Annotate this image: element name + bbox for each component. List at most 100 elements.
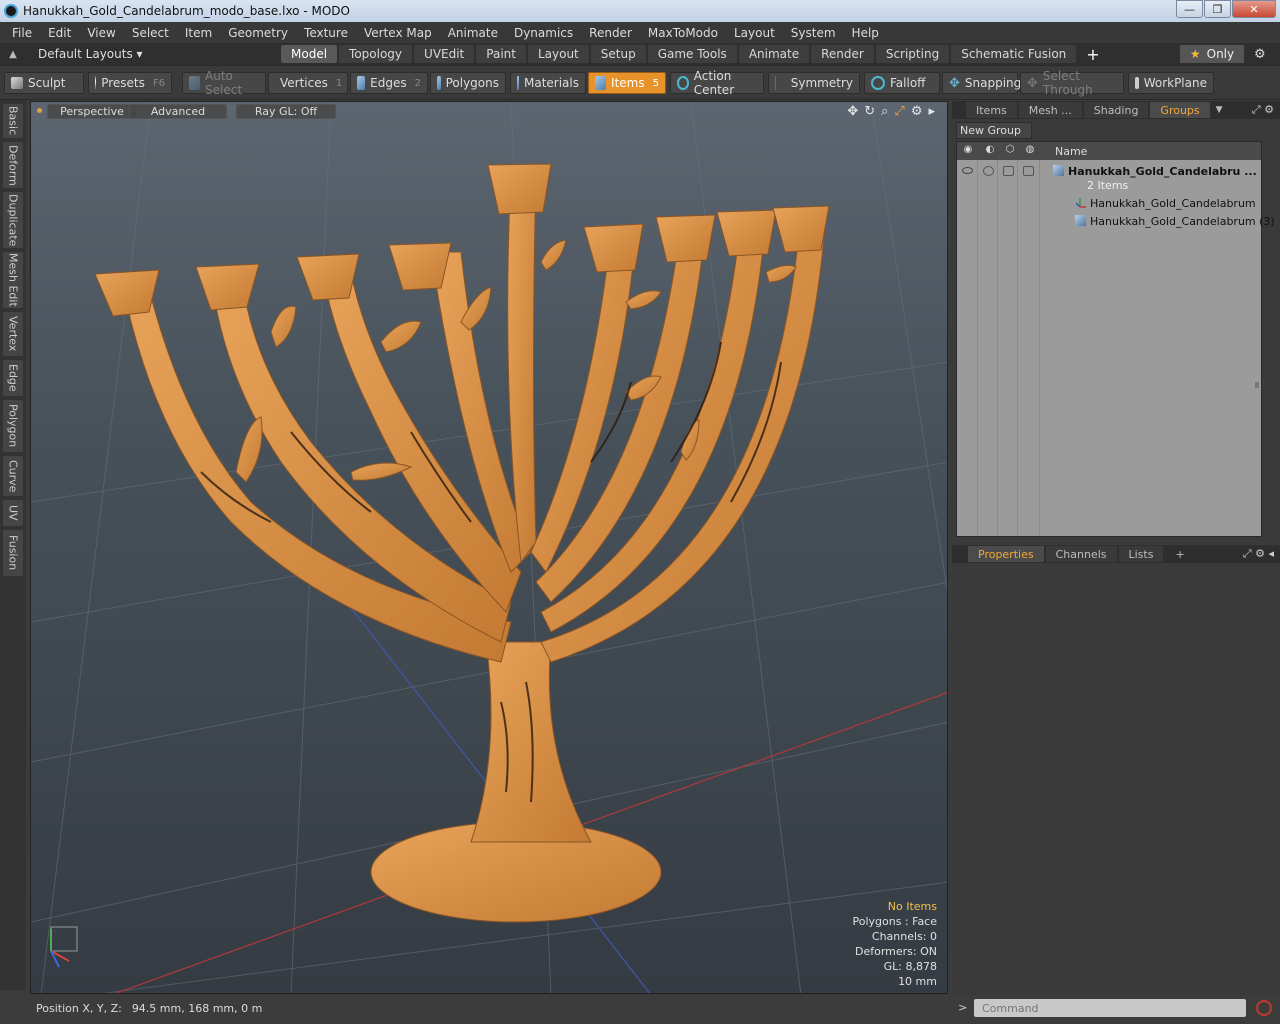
minimize-button[interactable]: — bbox=[1176, 0, 1203, 18]
auto-select-button[interactable]: Auto Select bbox=[182, 69, 266, 97]
menu-dynamics[interactable]: Dynamics bbox=[506, 26, 581, 40]
eye-icon[interactable] bbox=[962, 167, 973, 174]
lock-column-icon[interactable]: ⬡ bbox=[1003, 144, 1017, 158]
gear-icon[interactable]: ⚙ bbox=[1254, 47, 1266, 62]
only-label: Only bbox=[1206, 47, 1235, 61]
vtab-duplicate[interactable]: Duplicate bbox=[3, 192, 23, 248]
vtab-basic[interactable]: Basic bbox=[3, 104, 23, 138]
move-view-icon[interactable]: ✥ bbox=[847, 104, 858, 119]
tab-items[interactable]: Items bbox=[966, 102, 1017, 118]
tab-render[interactable]: Render bbox=[811, 45, 874, 63]
menu-maxtomodo[interactable]: MaxToModo bbox=[640, 26, 726, 40]
command-arrow-icon[interactable]: > bbox=[958, 1001, 967, 1014]
menu-render[interactable]: Render bbox=[581, 26, 640, 40]
locator-icon bbox=[1075, 197, 1086, 208]
layouts-dropdown[interactable]: Default Layouts ▾ bbox=[26, 47, 281, 61]
polygons-button[interactable]: Polygons bbox=[430, 72, 506, 94]
vtab-uv[interactable]: UV bbox=[3, 500, 23, 526]
snapping-button[interactable]: ✥ Snapping bbox=[942, 72, 1021, 94]
select-through-button[interactable]: ✥ Select Through bbox=[1020, 69, 1124, 97]
3d-viewport[interactable]: Perspective Advanced Ray GL: Off ✥ ↻ ⌕ ⤢… bbox=[30, 101, 948, 994]
stop-icon[interactable] bbox=[1256, 1000, 1272, 1016]
viewport-scene bbox=[31, 102, 947, 993]
panel-dropdown-icon[interactable]: ▼ bbox=[1216, 105, 1223, 115]
tree-item-row[interactable]: Hanukkah_Gold_Candelabrum (3) bbox=[957, 212, 1275, 230]
only-toggle[interactable]: ★ Only bbox=[1180, 45, 1244, 63]
new-group-button[interactable]: New Group bbox=[956, 122, 1032, 139]
tab-game-tools[interactable]: Game Tools bbox=[647, 45, 737, 63]
vtab-curve[interactable]: Curve bbox=[3, 456, 23, 496]
vtab-mesh-edit[interactable]: Mesh Edit bbox=[3, 252, 23, 308]
materials-button[interactable]: Materials bbox=[510, 72, 586, 94]
render-toggle-icon[interactable] bbox=[983, 166, 994, 176]
tab-animate[interactable]: Animate bbox=[738, 45, 810, 63]
presets-button[interactable]: Presets F6 bbox=[88, 72, 172, 94]
vtab-edge[interactable]: Edge bbox=[3, 360, 23, 396]
select-toggle[interactable] bbox=[1023, 166, 1034, 176]
add-props-tab[interactable]: + bbox=[1165, 546, 1194, 562]
menu-file[interactable]: File bbox=[4, 26, 40, 40]
vtab-fusion[interactable]: Fusion bbox=[3, 530, 23, 576]
tree-scrollbar[interactable] bbox=[1255, 382, 1259, 388]
tree-item-row[interactable]: Hanukkah_Gold_Candelabrum bbox=[957, 194, 1261, 212]
menu-vertex-map[interactable]: Vertex Map bbox=[356, 26, 440, 40]
fit-view-icon[interactable]: ⤢ bbox=[894, 104, 904, 119]
visibility-column-icon[interactable]: ◉ bbox=[961, 144, 975, 158]
rotate-view-icon[interactable]: ↻ bbox=[864, 104, 875, 119]
viewport-menu-dot[interactable] bbox=[37, 108, 42, 113]
sculpt-button[interactable]: Sculpt bbox=[4, 72, 84, 94]
menu-edit[interactable]: Edit bbox=[40, 26, 79, 40]
menu-view[interactable]: View bbox=[79, 26, 123, 40]
falloff-button[interactable]: Falloff bbox=[864, 72, 940, 94]
menu-help[interactable]: Help bbox=[844, 26, 887, 40]
menu-select[interactable]: Select bbox=[124, 26, 177, 40]
maximize-button[interactable]: ❐ bbox=[1204, 0, 1231, 18]
tab-channels[interactable]: Channels bbox=[1045, 546, 1117, 562]
tab-schematic-fusion[interactable]: Schematic Fusion bbox=[951, 45, 1077, 63]
tab-lists[interactable]: Lists bbox=[1118, 546, 1164, 562]
action-center-button[interactable]: Action Center bbox=[670, 69, 764, 97]
tab-properties[interactable]: Properties bbox=[968, 546, 1044, 562]
panel-popout-icon[interactable]: ⤢ ⚙ bbox=[1252, 103, 1274, 117]
tab-paint[interactable]: Paint bbox=[476, 45, 526, 63]
items-button[interactable]: Items 5 bbox=[588, 72, 666, 94]
tab-layout[interactable]: Layout bbox=[527, 45, 589, 63]
vtab-vertex[interactable]: Vertex bbox=[3, 312, 23, 356]
lock-toggle[interactable] bbox=[1003, 166, 1014, 176]
menu-item[interactable]: Item bbox=[177, 26, 220, 40]
vtab-deform[interactable]: Deform bbox=[3, 142, 23, 188]
menu-geometry[interactable]: Geometry bbox=[220, 26, 296, 40]
tab-topology[interactable]: Topology bbox=[339, 45, 413, 63]
tab-groups[interactable]: Groups bbox=[1150, 102, 1210, 118]
raygl-toggle[interactable]: Ray GL: Off bbox=[236, 104, 336, 119]
edges-button[interactable]: Edges 2 bbox=[350, 72, 428, 94]
symmetry-button[interactable]: Symmetry bbox=[768, 72, 860, 94]
vertices-button[interactable]: Vertices 1 bbox=[268, 72, 348, 94]
view-mode-dropdown[interactable]: Perspective bbox=[47, 104, 137, 119]
tab-setup[interactable]: Setup bbox=[590, 45, 646, 63]
tab-shading[interactable]: Shading bbox=[1083, 102, 1149, 118]
name-column-header[interactable]: Name bbox=[1055, 145, 1087, 158]
tab-scripting[interactable]: Scripting bbox=[875, 45, 950, 63]
command-input[interactable]: Command bbox=[974, 999, 1246, 1017]
menu-texture[interactable]: Texture bbox=[296, 26, 356, 40]
add-tab-icon[interactable]: + bbox=[1086, 45, 1099, 64]
props-popout-icon[interactable]: ⤢ ⚙ ◂ bbox=[1243, 547, 1274, 561]
close-button[interactable]: ✕ bbox=[1232, 0, 1276, 18]
shading-dropdown[interactable]: Advanced bbox=[129, 104, 227, 119]
select-column-icon[interactable]: ◍ bbox=[1023, 144, 1037, 158]
menu-system[interactable]: System bbox=[783, 26, 844, 40]
tab-model[interactable]: Model bbox=[281, 45, 338, 63]
menu-animate[interactable]: Animate bbox=[440, 26, 506, 40]
menu-layout[interactable]: Layout bbox=[726, 26, 783, 40]
zoom-view-icon[interactable]: ⌕ bbox=[881, 104, 888, 119]
viewport-expand-icon[interactable]: ▸ bbox=[928, 104, 935, 119]
vtab-polygon[interactable]: Polygon bbox=[3, 400, 23, 452]
workplane-button[interactable]: WorkPlane bbox=[1128, 72, 1214, 94]
tab-uvedit[interactable]: UVEdit bbox=[414, 45, 475, 63]
collapse-arrow-icon[interactable]: ▲ bbox=[0, 49, 26, 60]
render-column-icon[interactable]: ◐ bbox=[983, 144, 997, 158]
viewport-settings-icon[interactable]: ⚙ bbox=[911, 104, 923, 119]
items-panel-tabs: Items Mesh ... Shading Groups ▼ ⤢ ⚙ bbox=[952, 101, 1280, 119]
tab-mesh[interactable]: Mesh ... bbox=[1018, 102, 1082, 118]
